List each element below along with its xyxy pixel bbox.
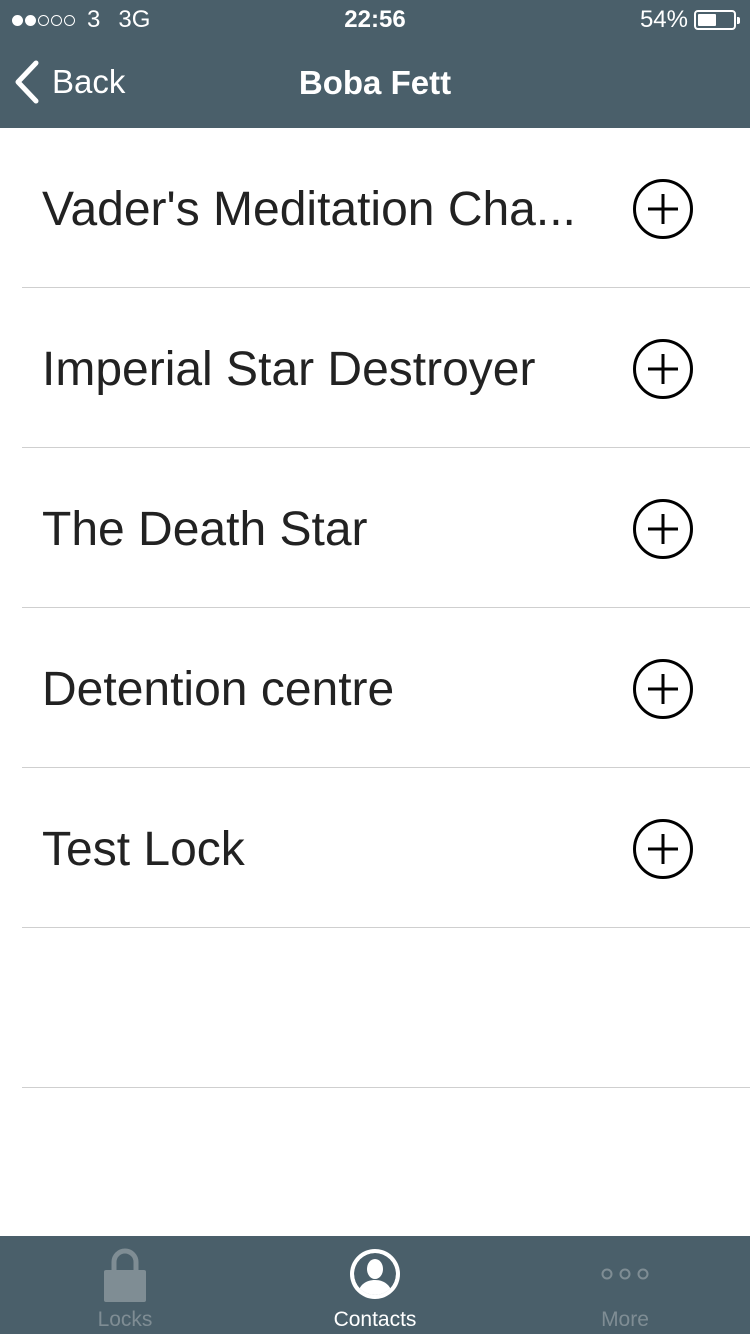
list-item[interactable]: Detention centre (0, 608, 750, 768)
plus-circle-icon (633, 179, 693, 239)
plus-circle-icon (633, 499, 693, 559)
more-dots-icon (500, 1246, 750, 1302)
battery-icon (694, 10, 740, 30)
lock-name: Imperial Star Destroyer (42, 343, 536, 396)
lock-name: Detention centre (42, 663, 395, 716)
header: 3 3G 22:56 54% Back Boba Fett (0, 0, 750, 128)
add-lock-button[interactable] (632, 178, 694, 240)
page-title: Boba Fett (298, 64, 452, 101)
status-time: 22:56 (344, 6, 406, 33)
add-lock-button[interactable] (632, 818, 694, 880)
lock-name: Vader's Meditation Cha... (42, 183, 576, 236)
tab-label: More (601, 1308, 649, 1331)
tab-bar: Locks Contacts More (0, 1236, 750, 1334)
tab-contacts[interactable]: Contacts (250, 1236, 500, 1334)
tab-label: Contacts (333, 1308, 417, 1331)
battery-percent: 54% (639, 6, 688, 33)
tab-more[interactable]: More (500, 1236, 750, 1334)
plus-circle-icon (633, 659, 693, 719)
add-lock-button[interactable] (632, 338, 694, 400)
plus-circle-icon (633, 339, 693, 399)
screen: 3 3G 22:56 54% Back Boba Fett Vader's Me… (0, 0, 750, 1334)
add-lock-button[interactable] (632, 498, 694, 560)
lock-icon (0, 1246, 250, 1302)
list-item[interactable]: Imperial Star Destroyer (0, 288, 750, 448)
tab-label: Locks (97, 1308, 153, 1331)
list-item[interactable]: Test Lock (0, 768, 750, 928)
lock-list: Vader's Meditation Cha... Imperial Star … (0, 128, 750, 1088)
list-item[interactable]: Vader's Meditation Cha... (0, 128, 750, 288)
status-right: 54% (639, 6, 740, 34)
status-bar: 3 3G 22:56 54% (0, 0, 750, 40)
lock-name: The Death Star (42, 503, 368, 556)
list-item-empty (0, 928, 750, 1088)
lock-name: Test Lock (42, 823, 245, 876)
add-lock-button[interactable] (632, 658, 694, 720)
plus-circle-icon (633, 819, 693, 879)
tab-locks[interactable]: Locks (0, 1236, 250, 1334)
list-item[interactable]: The Death Star (0, 448, 750, 608)
battery-fill (698, 14, 716, 26)
contact-icon (250, 1246, 500, 1302)
nav-bar: Back Boba Fett (0, 40, 750, 128)
